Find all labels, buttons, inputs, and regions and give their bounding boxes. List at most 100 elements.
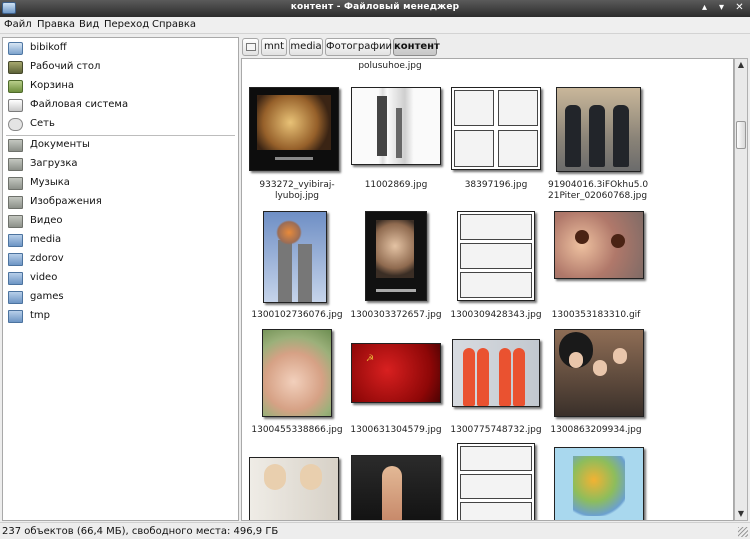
sidebar-item-trash[interactable]: Корзина bbox=[3, 77, 238, 96]
file-name: 38397196.jpg bbox=[464, 180, 528, 190]
file-thumbnail[interactable] bbox=[249, 87, 339, 171]
sidebar-item-label: bibikoff bbox=[30, 42, 67, 53]
minimize-button[interactable]: ▴ bbox=[698, 1, 711, 15]
file-thumbnail[interactable] bbox=[452, 339, 540, 407]
folder-icon bbox=[8, 215, 23, 228]
menu-edit[interactable]: Правка bbox=[37, 19, 75, 30]
sidebar-item-media[interactable]: media bbox=[3, 231, 238, 250]
sidebar-item-label: Музыка bbox=[30, 177, 70, 188]
resize-grip-icon[interactable] bbox=[738, 527, 748, 537]
sidebar-item-label: video bbox=[30, 272, 58, 283]
file-thumbnail[interactable] bbox=[457, 443, 535, 520]
file-manager-window: контент - Файловый менеджер ▴ ▾ ✕ Файл П… bbox=[0, 0, 750, 539]
file-thumbnail[interactable] bbox=[351, 87, 441, 165]
scroll-up-icon[interactable]: ▲ bbox=[735, 59, 747, 71]
file-name: 1300309428343.jpg bbox=[450, 310, 542, 320]
sidebar-item-label: Корзина bbox=[30, 80, 75, 91]
file-thumbnail[interactable] bbox=[263, 211, 327, 303]
folder-icon bbox=[8, 158, 23, 171]
sidebar-item-label: zdorov bbox=[30, 253, 64, 264]
file-thumbnail[interactable] bbox=[262, 329, 332, 417]
file-grid[interactable]: polusuhoe.jpg 933272_vyibiraj- lyuboj.jp… bbox=[241, 58, 734, 521]
drive-icon bbox=[246, 43, 256, 51]
sidebar-item-label: Файловая система bbox=[30, 99, 129, 110]
sidebar-item-label: games bbox=[30, 291, 64, 302]
file-thumbnail[interactable] bbox=[554, 447, 644, 520]
menu-view[interactable]: Вид bbox=[79, 19, 99, 30]
file-name: 11002869.jpg bbox=[364, 180, 428, 190]
file-thumbnail[interactable] bbox=[556, 87, 641, 172]
home-folder-icon bbox=[8, 42, 23, 55]
sidebar-item-label: Документы bbox=[30, 139, 90, 150]
folder-icon bbox=[8, 310, 23, 323]
sidebar-item-desktop[interactable]: Рабочий стол bbox=[3, 58, 238, 77]
file-name: 91904016.3iFOkhu5.0 bbox=[548, 180, 649, 190]
menu-bar: Файл Правка Вид Переход Справка bbox=[0, 17, 750, 34]
sidebar-item-home[interactable]: bibikoff bbox=[3, 39, 238, 58]
file-thumbnail[interactable] bbox=[457, 211, 535, 301]
file-thumbnail[interactable] bbox=[554, 329, 644, 417]
sidebar-item-network[interactable]: Сеть bbox=[3, 115, 238, 134]
menu-file[interactable]: Файл bbox=[4, 19, 32, 30]
sidebar-item-zdorov[interactable]: zdorov bbox=[3, 250, 238, 269]
sidebar-item-label: Загрузка bbox=[30, 158, 78, 169]
sidebar-item-label: media bbox=[30, 234, 62, 245]
file-name: 1300863209934.jpg bbox=[550, 425, 642, 435]
sidebar-item-label: Изображения bbox=[30, 196, 102, 207]
file-name: 1300775748732.jpg bbox=[450, 425, 542, 435]
window-title: контент - Файловый менеджер bbox=[290, 2, 460, 12]
sidebar-item-video[interactable]: Видео bbox=[3, 212, 238, 231]
file-name: 933272_vyibiraj- bbox=[259, 180, 335, 190]
folder-icon bbox=[8, 291, 23, 304]
folder-icon bbox=[8, 196, 23, 209]
scrollbar-thumb[interactable] bbox=[736, 121, 746, 149]
path-crumb-mnt[interactable]: mnt bbox=[261, 38, 287, 56]
path-crumb-current[interactable]: контент bbox=[393, 38, 440, 56]
path-crumb-media[interactable]: media bbox=[289, 38, 323, 56]
file-thumbnail[interactable] bbox=[365, 211, 427, 301]
sidebar-item-filesystem[interactable]: Файловая система bbox=[3, 96, 238, 115]
file-name: 1300303372657.jpg bbox=[350, 310, 442, 320]
file-name: 1300102736076.jpg bbox=[251, 310, 343, 320]
file-thumbnail[interactable] bbox=[451, 87, 541, 170]
file-thumbnail[interactable] bbox=[554, 211, 644, 279]
title-bar[interactable]: контент - Файловый менеджер ▴ ▾ ✕ bbox=[0, 0, 750, 17]
network-icon bbox=[8, 118, 23, 131]
maximize-button[interactable]: ▾ bbox=[715, 1, 728, 15]
file-thumbnail[interactable]: ☭ bbox=[351, 343, 441, 403]
sidebar-item-video-folder[interactable]: video bbox=[3, 269, 238, 288]
drive-icon bbox=[8, 99, 23, 112]
menu-help[interactable]: Справка bbox=[152, 19, 196, 30]
vertical-scrollbar[interactable]: ▲ ▼ bbox=[734, 58, 748, 521]
folder-icon bbox=[8, 139, 23, 152]
file-name-partial[interactable]: polusuhoe.jpg bbox=[342, 61, 438, 72]
path-bar: mnt media Фотографии контент bbox=[241, 37, 748, 58]
sidebar-item-label: Сеть bbox=[30, 118, 55, 129]
status-bar: 237 объектов (66,4 МБ), свободного места… bbox=[0, 522, 750, 539]
scroll-down-icon[interactable]: ▼ bbox=[735, 508, 747, 520]
close-button[interactable]: ✕ bbox=[733, 1, 746, 15]
sidebar-item-tmp[interactable]: tmp bbox=[3, 307, 238, 326]
folder-icon bbox=[8, 253, 23, 266]
menu-go[interactable]: Переход bbox=[104, 19, 149, 30]
folder-icon bbox=[8, 234, 23, 247]
file-name: 1300353183310.gif bbox=[551, 310, 641, 320]
folder-icon bbox=[8, 177, 23, 190]
desktop-icon bbox=[8, 61, 23, 74]
sidebar-item-music[interactable]: Музыка bbox=[3, 174, 238, 193]
sidebar-places: bibikoff Рабочий стол Корзина Файловая с… bbox=[2, 37, 239, 521]
sidebar-item-documents[interactable]: Документы bbox=[3, 136, 238, 155]
folder-icon bbox=[8, 272, 23, 285]
sidebar-item-label: Рабочий стол bbox=[30, 61, 101, 72]
sidebar-item-downloads[interactable]: Загрузка bbox=[3, 155, 238, 174]
sidebar-item-games[interactable]: games bbox=[3, 288, 238, 307]
file-thumbnail[interactable] bbox=[351, 455, 441, 520]
file-name: 21Piter_02060768.jpg bbox=[548, 191, 648, 201]
file-name: 1300455338866.jpg bbox=[251, 425, 343, 435]
path-crumb-photos[interactable]: Фотографии bbox=[325, 38, 392, 56]
sidebar-item-label: tmp bbox=[30, 310, 51, 321]
file-name: lyuboj.jpg bbox=[274, 191, 320, 201]
path-root-button[interactable] bbox=[242, 38, 259, 56]
sidebar-item-images[interactable]: Изображения bbox=[3, 193, 238, 212]
file-thumbnail[interactable] bbox=[249, 457, 339, 520]
